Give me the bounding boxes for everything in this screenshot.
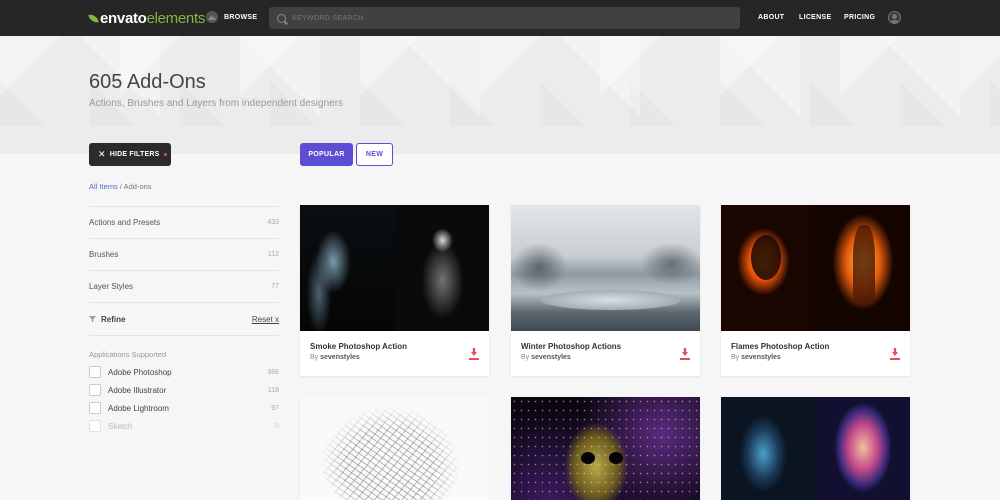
hide-filters-button[interactable]: ✕ HIDE FILTERS <box>89 143 171 166</box>
item-card[interactable] <box>721 397 910 500</box>
download-icon[interactable] <box>890 348 900 360</box>
category-count: 112 <box>267 251 279 258</box>
item-card[interactable]: Smoke Photoshop Action By sevenstyles <box>300 205 489 376</box>
item-title[interactable]: Smoke Photoshop Action <box>310 342 479 351</box>
search-icon <box>277 13 286 23</box>
category-label: Brushes <box>89 250 119 259</box>
download-icon[interactable] <box>680 348 690 360</box>
item-thumbnail[interactable] <box>300 205 489 331</box>
app-label: Adobe Photoshop <box>108 367 172 377</box>
browse-icon <box>206 11 218 23</box>
page-subtitle: Actions, Brushes and Layers from indepen… <box>89 98 344 109</box>
item-author-line: By sevenstyles <box>731 354 781 361</box>
category-count: 77 <box>271 283 279 290</box>
page-title: 605 Add-Ons <box>89 71 206 93</box>
app-count: 97 <box>271 404 279 412</box>
nav-link-license[interactable]: LICENSE <box>799 14 831 21</box>
app-label: Adobe Illustrator <box>108 385 167 395</box>
item-card[interactable]: Flames Photoshop Action By sevenstyles <box>721 205 910 376</box>
item-card[interactable] <box>511 397 700 500</box>
sort-new-button[interactable]: NEW <box>356 143 393 166</box>
hide-filters-label: HIDE FILTERS <box>109 151 160 158</box>
nav-link-about[interactable]: ABOUT <box>758 14 784 21</box>
refine-header: Refine Reset x <box>89 302 279 336</box>
category-actions-presets[interactable]: Actions and Presets 433 <box>89 206 279 238</box>
app-label: Sketch <box>108 421 133 431</box>
breadcrumb-link-all-items[interactable]: All Items <box>89 182 118 191</box>
item-title[interactable]: Winter Photoshop Actions <box>521 342 690 351</box>
app-filter-sketch: Sketch 0 <box>89 419 279 433</box>
applications-supported-heading: Applications Supported <box>89 350 167 359</box>
browse-button[interactable]: BROWSE <box>206 11 257 23</box>
category-label: Layer Styles <box>89 282 134 291</box>
checkbox[interactable] <box>89 366 101 378</box>
breadcrumb: All Items / Add-ons <box>89 182 152 191</box>
browse-label: BROWSE <box>224 13 258 21</box>
user-avatar-icon[interactable] <box>888 11 901 24</box>
category-brushes[interactable]: Brushes 112 <box>89 238 279 270</box>
download-icon[interactable] <box>469 348 479 360</box>
app-filter-lightroom[interactable]: Adobe Lightroom 97 <box>89 401 279 415</box>
item-title[interactable]: Flames Photoshop Action <box>731 342 900 351</box>
funnel-icon <box>89 316 96 322</box>
search-input[interactable] <box>292 14 712 22</box>
item-author[interactable]: sevenstyles <box>531 354 571 361</box>
logo-text-sub: elements <box>146 10 206 27</box>
item-card[interactable]: Winter Photoshop Actions By sevenstyles <box>511 205 700 376</box>
app-label: Adobe Lightroom <box>108 403 169 413</box>
item-author[interactable]: sevenstyles <box>320 354 360 361</box>
sort-popular-button[interactable]: POPULAR <box>300 143 353 166</box>
category-label: Actions and Presets <box>89 218 161 227</box>
nav-link-pricing[interactable]: PRICING <box>844 14 875 21</box>
app-count: 118 <box>267 386 279 394</box>
breadcrumb-current: Add-ons <box>123 182 152 191</box>
refine-label: Refine <box>101 314 126 324</box>
item-author-line: By sevenstyles <box>521 354 571 361</box>
item-thumbnail[interactable] <box>721 205 910 331</box>
item-thumbnail[interactable] <box>511 397 700 500</box>
category-count: 433 <box>267 219 279 226</box>
item-thumbnail[interactable] <box>300 397 489 500</box>
app-count: 0 <box>275 422 279 430</box>
checkbox[interactable] <box>89 402 101 414</box>
search-bar <box>269 7 740 29</box>
app-count: 386 <box>267 368 279 376</box>
app-filter-illustrator[interactable]: Adobe Illustrator 118 <box>89 383 279 397</box>
checkbox <box>89 420 101 432</box>
top-nav: envato elements BROWSE ABOUT LICENSE PRI… <box>0 0 1000 36</box>
category-layer-styles[interactable]: Layer Styles 77 <box>89 270 279 302</box>
logo-text-main: envato <box>100 10 147 27</box>
app-filter-photoshop[interactable]: Adobe Photoshop 386 <box>89 365 279 379</box>
hero-banner: 605 Add-Ons Actions, Brushes and Layers … <box>0 36 1000 154</box>
active-dot-icon <box>164 153 168 156</box>
item-author[interactable]: sevenstyles <box>741 354 781 361</box>
item-author-line: By sevenstyles <box>310 354 360 361</box>
item-thumbnail[interactable] <box>511 205 700 331</box>
item-card[interactable] <box>300 397 489 500</box>
checkbox[interactable] <box>89 384 101 396</box>
envato-elements-logo[interactable]: envato elements <box>88 10 206 27</box>
reset-filters-link[interactable]: Reset x <box>252 315 279 324</box>
close-icon: ✕ <box>98 149 106 159</box>
item-thumbnail[interactable] <box>721 397 910 500</box>
leaf-icon <box>88 13 99 24</box>
